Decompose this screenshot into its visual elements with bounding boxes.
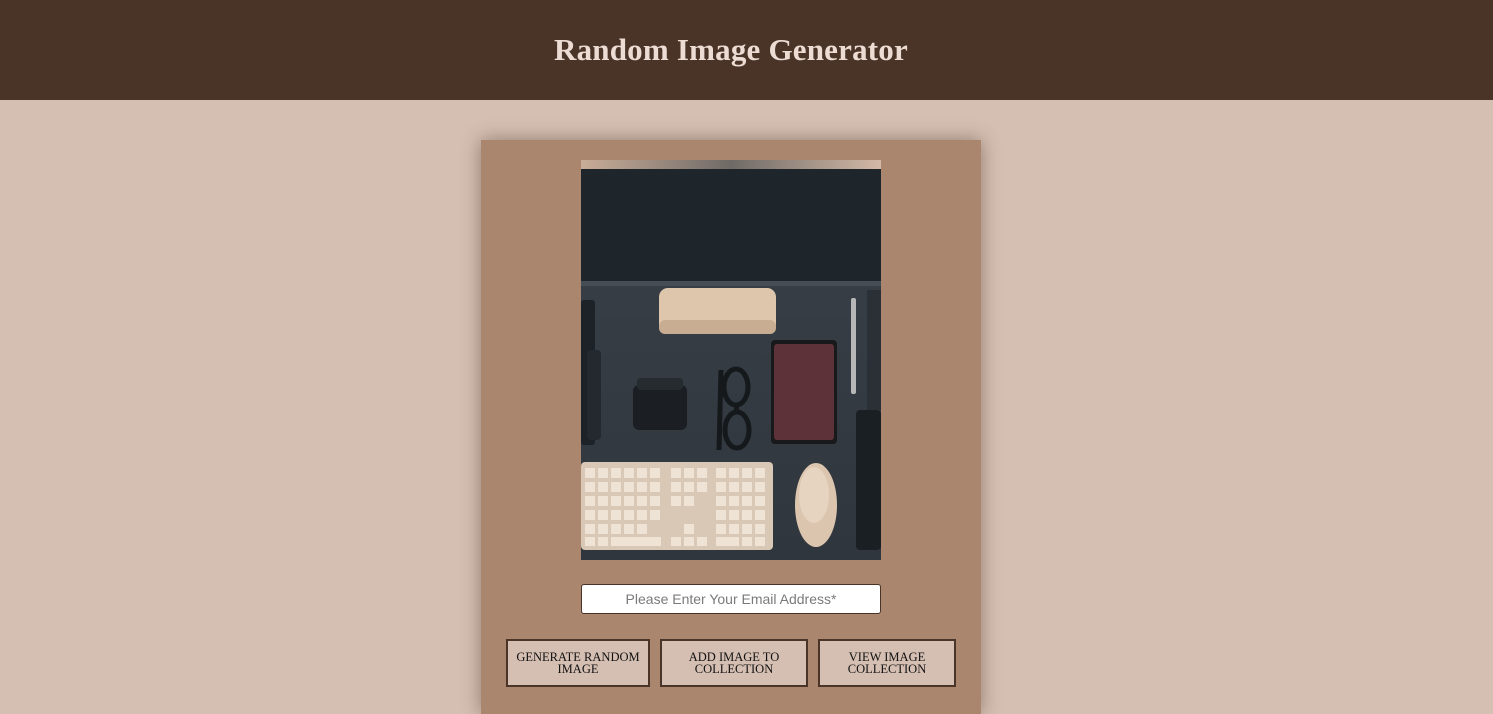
generate-random-image-button[interactable]: GENERATE RANDOM IMAGE [506,639,650,687]
page-header: Random Image Generator [0,0,1493,100]
page-title: Random Image Generator [554,32,908,67]
email-field[interactable] [581,584,881,614]
add-image-to-collection-button[interactable]: ADD IMAGE TO COLLECTION [660,639,808,687]
generator-card: GENERATE RANDOM IMAGE ADD IMAGE TO COLLE… [481,140,981,714]
view-image-collection-button[interactable]: VIEW IMAGE COLLECTION [818,639,956,687]
random-image [581,160,881,560]
desk-photo-illustration [581,160,881,560]
